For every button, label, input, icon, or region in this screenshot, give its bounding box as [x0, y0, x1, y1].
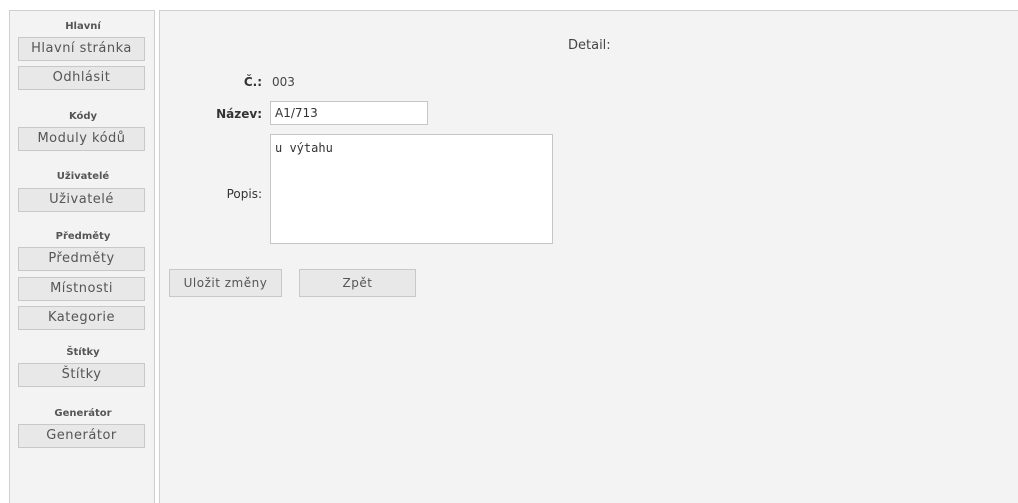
nav-button-mistnosti[interactable]: Místnosti [18, 277, 145, 301]
section-title-hlavni: Hlavní [65, 21, 101, 32]
section-title-uzivatele: Uživatelé [56, 171, 110, 182]
nav-button-generator[interactable]: Generátor [18, 424, 145, 448]
nazev-label: Název: [216, 107, 262, 121]
nav-button-moduly-kodu[interactable]: Moduly kódů [18, 127, 145, 151]
sidebar: Hlavní Hlavní stránka Odhlásit Kódy Modu… [9, 10, 155, 503]
nav-button-stitky[interactable]: Štítky [18, 363, 145, 387]
save-changes-button[interactable]: Uložit změny [169, 269, 282, 297]
section-title-generator: Generátor [54, 408, 112, 419]
nav-button-predmety[interactable]: Předměty [18, 247, 145, 271]
popis-label: Popis: [226, 187, 262, 201]
popis-textarea[interactable]: u výtahu [270, 134, 553, 244]
nav-button-uzivatele[interactable]: Uživatelé [18, 188, 145, 212]
nav-button-kategorie[interactable]: Kategorie [18, 306, 145, 330]
page-title: Detail: [568, 38, 611, 53]
nazev-input[interactable] [270, 101, 428, 125]
section-title-stitky: Štítky [66, 347, 100, 358]
cislo-label: Č.: [243, 75, 262, 89]
nav-button-hlavni-stranka[interactable]: Hlavní stránka [18, 37, 145, 61]
main-panel: Detail: Č.: 003 Název: Popis: u výtahu U… [159, 10, 1018, 503]
section-title-kody: Kódy [68, 111, 98, 122]
cislo-value: 003 [272, 75, 295, 89]
back-button[interactable]: Zpět [299, 269, 416, 297]
nav-button-odhlasit[interactable]: Odhlásit [18, 66, 145, 90]
section-title-predmety: Předměty [55, 231, 111, 242]
